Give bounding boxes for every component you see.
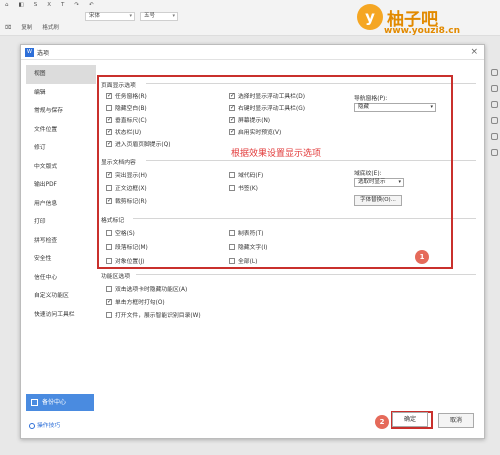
checkbox-label: 打开文件，展示智能识别目录(W) (115, 313, 201, 319)
ok-button[interactable]: 确定 (392, 412, 428, 427)
tool-icon[interactable] (491, 133, 498, 140)
sidebar-item-general-save[interactable]: 常规与保存 (26, 102, 96, 121)
font-size-select[interactable]: 五号 (140, 12, 178, 21)
divider (136, 274, 476, 275)
checkbox-box (106, 285, 112, 292)
sidebar-item-edit[interactable]: 编辑 (26, 84, 96, 103)
text-icon[interactable]: T (58, 1, 67, 10)
highlight-box-options (97, 75, 453, 269)
app-toolbar: ⌂ ◧ S X T ↷ ↶ 宋体 五号 ⌧ 复制 格式刷 y 柚子吧 www.y… (0, 0, 500, 36)
checkbox-double-click-hide-ribbon[interactable]: 双击选项卡时隐藏功能区(A) (106, 284, 187, 293)
checkbox-label: 双击选项卡时隐藏功能区(A) (115, 287, 188, 293)
sidebar-item-chinese-layout[interactable]: 中文版式 (26, 158, 96, 177)
checkbox-box (106, 298, 112, 305)
backup-center-button[interactable]: 备份中心 (26, 394, 94, 411)
step-badge-2: 2 (375, 415, 389, 429)
checkbox-box (106, 311, 112, 318)
section-ribbon: 功能区选项 (101, 274, 130, 280)
checkbox-smart-toc[interactable]: 打开文件，展示智能识别目录(W) (106, 310, 201, 319)
cut-icon[interactable]: X (44, 1, 54, 10)
logo-url: www.youzi8.cn (384, 26, 460, 36)
tool-icon[interactable] (491, 101, 498, 108)
sidebar-item-spelling[interactable]: 拼写检查 (26, 232, 96, 251)
sidebar-item-customize-ribbon[interactable]: 自定义功能区 (26, 287, 96, 306)
checkbox-click-to-check[interactable]: 单击方框时打勾(O) (106, 297, 165, 306)
sidebar-item-file-location[interactable]: 文件位置 (26, 121, 96, 140)
tool-icon[interactable] (491, 85, 498, 92)
sidebar-item-view[interactable]: 视图 (26, 65, 96, 84)
logo-mark: y (357, 4, 383, 30)
options-dialog: W 选项 × 视图 编辑 常规与保存 文件位置 修订 中文版式 输出PDF 用户… (20, 44, 485, 439)
options-sidebar: 视图 编辑 常规与保存 文件位置 修订 中文版式 输出PDF 用户信息 打印 拼… (26, 65, 96, 365)
cancel-button[interactable]: 取消 (438, 413, 474, 428)
tips-label: 操作技巧 (37, 423, 61, 429)
dialog-titlebar: W 选项 × (21, 45, 484, 60)
panel-icon[interactable]: ◧ (16, 1, 27, 10)
quick-access-row: ⌂ ◧ S X T ↷ ↶ (2, 1, 97, 10)
backup-label: 备份中心 (42, 399, 67, 406)
sidebar-item-print[interactable]: 打印 (26, 213, 96, 232)
format-painter-button[interactable]: 格式刷 (39, 24, 62, 33)
sidebar-item-revision[interactable]: 修订 (26, 139, 96, 158)
tool-icon[interactable] (491, 117, 498, 124)
sidebar-item-trust-center[interactable]: 信任中心 (26, 269, 96, 288)
checkbox-label: 单击方框时打勾(O) (115, 300, 165, 306)
step-badge-1: 1 (415, 250, 429, 264)
redo-icon[interactable]: ↷ (71, 1, 82, 10)
copy-button[interactable]: 复制 (18, 24, 35, 33)
tool-icon[interactable] (491, 149, 498, 156)
right-tool-strip (489, 60, 500, 360)
tips-icon (29, 422, 35, 429)
clipboard-row: ⌧ 复制 格式刷 (2, 24, 62, 33)
app-icon: W (25, 47, 34, 57)
sidebar-item-quick-access-toolbar[interactable]: 快速访问工具栏 (26, 306, 96, 325)
tips-link[interactable]: 操作技巧 (29, 420, 60, 429)
paste-icon[interactable]: ⌧ (2, 24, 14, 33)
dialog-title: 选项 (37, 49, 50, 57)
sidebar-item-user-info[interactable]: 用户信息 (26, 195, 96, 214)
home-icon[interactable]: ⌂ (2, 1, 12, 10)
tool-icon[interactable] (491, 69, 498, 76)
sidebar-item-security[interactable]: 安全性 (26, 250, 96, 269)
save-icon[interactable]: S (31, 1, 41, 10)
undo-icon[interactable]: ↶ (86, 1, 97, 10)
font-family-select[interactable]: 宋体 (85, 12, 135, 21)
backup-icon (31, 399, 38, 406)
close-icon[interactable]: × (470, 47, 478, 57)
sidebar-item-output-pdf[interactable]: 输出PDF (26, 176, 96, 195)
